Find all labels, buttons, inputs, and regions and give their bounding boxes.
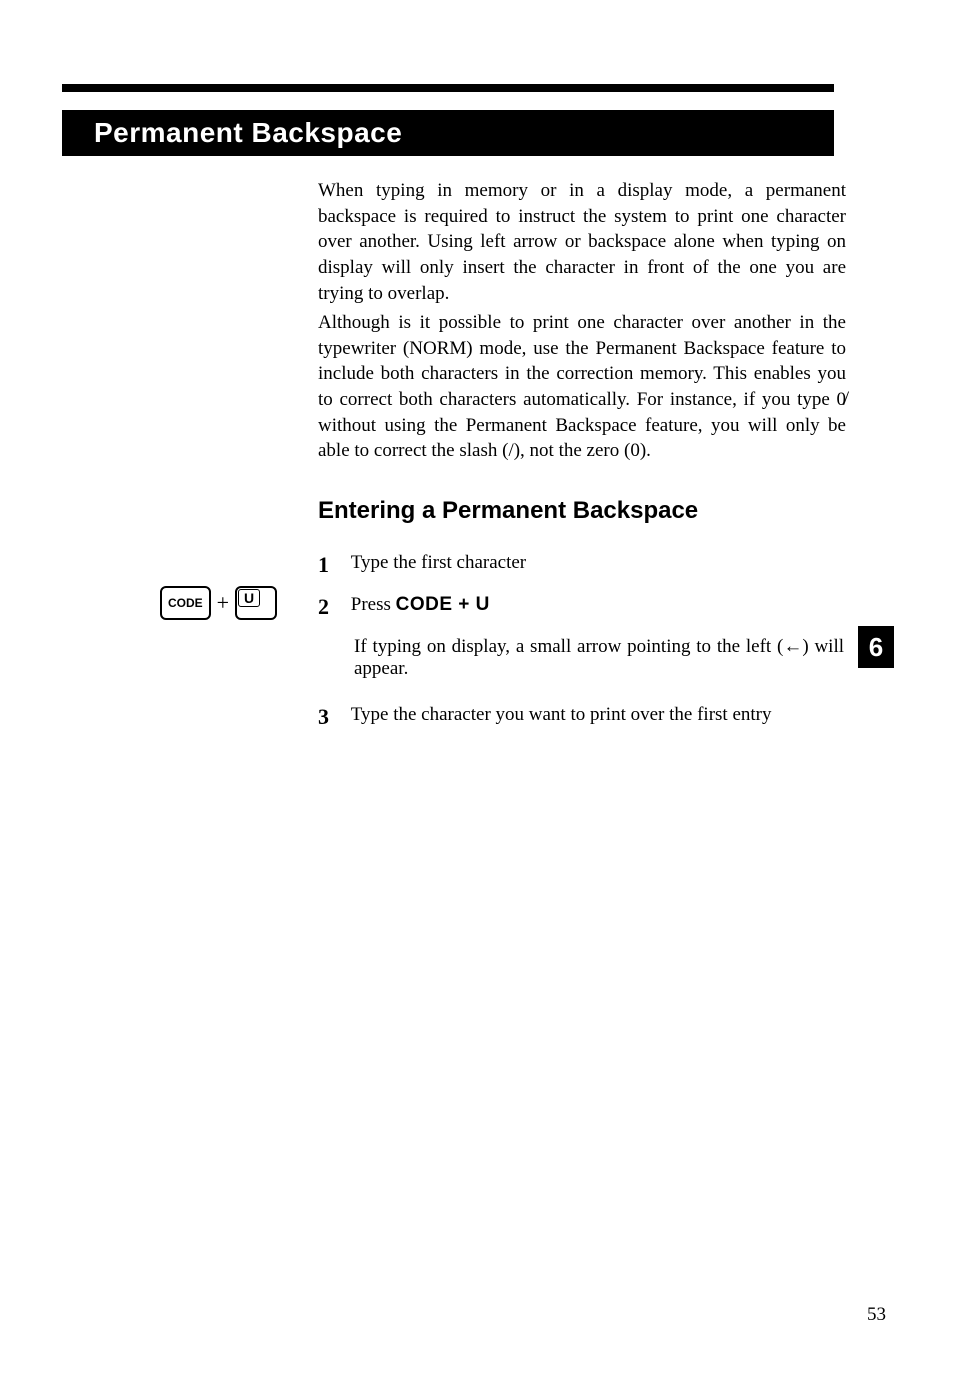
step-1: 1 Type the first character	[318, 552, 846, 578]
u-key-label: U	[238, 589, 260, 607]
intro-paragraph-1: When typing in memory or in a display mo…	[318, 178, 846, 306]
step-2-number: 2	[318, 594, 346, 620]
key-combo-figure: CODE + U	[160, 586, 277, 620]
step-2-keycombo: CODE + U	[396, 594, 490, 615]
p2-text-b: without using the Permanent Backspace fe…	[318, 415, 846, 462]
step-2-detail: If typing on display, a small arrow poin…	[354, 636, 844, 680]
step-1-text: Type the first character	[351, 552, 841, 574]
step-2-prefix: Press	[351, 594, 396, 615]
top-rule	[62, 84, 834, 92]
step-3-text: Type the character you want to print ove…	[351, 704, 841, 726]
page-number: 53	[867, 1304, 886, 1326]
step-2-text: Press CODE + U	[351, 594, 841, 616]
step-3-number: 3	[318, 704, 346, 730]
p2-text-a: Although is it possible to print one cha…	[318, 312, 846, 410]
step-2: 2 Press CODE + U	[318, 594, 846, 620]
step-1-number: 1	[318, 552, 346, 578]
plus-icon: +	[217, 590, 229, 616]
section-heading: Permanent Backspace	[62, 110, 834, 156]
chapter-tab-badge: 6	[858, 626, 894, 668]
u-key-icon: U	[235, 586, 277, 620]
step-3: 3 Type the character you want to print o…	[318, 704, 846, 730]
subsection-heading: Entering a Permanent Backspace	[318, 497, 698, 525]
overstruck-zero: 0̸	[837, 389, 847, 410]
code-key-icon: CODE	[160, 586, 211, 620]
intro-paragraph-2: Although is it possible to print one cha…	[318, 310, 846, 464]
